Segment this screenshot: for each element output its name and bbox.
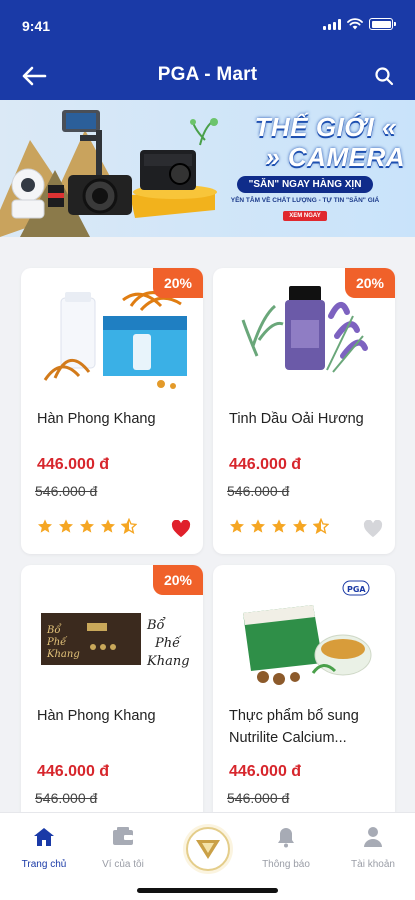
rating-stars [37, 518, 137, 534]
page-title: PGA - Mart [157, 64, 258, 85]
cellular-signal-icon [323, 18, 341, 30]
star-icon [80, 519, 94, 533]
search-icon [375, 67, 394, 86]
nav-bar: PGA - Mart [0, 50, 415, 100]
search-button[interactable] [369, 62, 399, 90]
home-icon [34, 828, 54, 846]
nav-label: Tài khoản [351, 859, 395, 870]
svg-text:Khang: Khang [146, 654, 190, 669]
star-icon [293, 519, 307, 533]
banner-headline-2: » CAMERA [265, 142, 405, 172]
product-price: 446.000 đ [229, 456, 302, 473]
banner-cta-button[interactable]: XEM NGAY [283, 211, 327, 221]
status-time: 9:41 [22, 18, 51, 34]
product-grid: 20% Hàn Phong Khang 446.000 đ 546.000 đ … [0, 237, 415, 812]
nav-item-notifications[interactable]: Thông báo [246, 825, 326, 870]
camera-products-illustration [0, 110, 218, 237]
product-name: Tinh Dầu Oải Hương [229, 411, 364, 427]
bell-icon [278, 828, 294, 848]
star-half-icon [121, 518, 137, 534]
svg-text:Bổ: Bổ [146, 617, 166, 633]
star-icon [251, 519, 265, 533]
rating-stars [229, 518, 329, 534]
nav-label: Trang chủ [21, 859, 67, 870]
star-icon [230, 519, 244, 533]
product-name: Hàn Phong Khang [37, 411, 156, 427]
svg-text:Bổ: Bổ [46, 624, 61, 636]
product-price: 446.000 đ [37, 456, 110, 473]
product-old-price: 546.000 đ [35, 790, 98, 806]
banner-badge: "SĂN" NGAY HÀNG XỊN [236, 176, 374, 193]
product-old-price: 546.000 đ [227, 483, 290, 499]
product-card[interactable]: 20% Tinh Dầu Oải Hương 446.000 đ 546.000… [213, 268, 395, 554]
status-bar: 9:41 [0, 0, 415, 40]
nav-label: Ví của tôi [102, 859, 144, 870]
banner-text: THẾ GIỚI « » CAMERA "SĂN" NGAY HÀNG XỊN … [205, 112, 405, 222]
brand-logo-icon [196, 840, 220, 859]
home-indicator [137, 888, 278, 893]
product-image: PGA [243, 580, 372, 685]
bottom-navigation: Trang chủ Ví của tôi Thông báo Tài khoản [0, 812, 415, 900]
product-card[interactable]: 20% Hàn Phong Khang 446.000 đ 546.000 đ [21, 268, 203, 554]
wifi-icon [347, 18, 363, 30]
nav-item-account[interactable]: Tài khoản [333, 825, 413, 870]
discount-badge: 20% [153, 565, 203, 595]
product-name: Hàn Phong Khang [37, 708, 156, 724]
svg-text:Phế: Phế [154, 635, 182, 651]
product-price: 446.000 đ [229, 763, 302, 780]
svg-text:PGA: PGA [347, 585, 366, 594]
discount-badge: 20% [153, 268, 203, 298]
user-icon [364, 827, 382, 847]
brand-logo-button[interactable] [186, 827, 230, 871]
star-icon [59, 519, 73, 533]
product-name: Thực phẩm bổ sung Nutrilite Calcium... [229, 708, 359, 746]
product-old-price: 546.000 đ [227, 790, 290, 806]
star-icon [101, 519, 115, 533]
heart-icon[interactable] [363, 520, 383, 538]
product-card[interactable]: Bổ Phế Khang Bổ Phế Khang 20% Hàn Phong … [21, 565, 203, 812]
heart-icon[interactable] [171, 520, 191, 538]
star-icon [272, 519, 286, 533]
star-half-icon [313, 518, 329, 534]
svg-text:Khang: Khang [46, 649, 80, 660]
product-card[interactable]: PGA Thực phẩm bổ sung Nutrilite Calcium.… [213, 565, 395, 812]
star-icon [38, 519, 52, 533]
product-old-price: 546.000 đ [35, 483, 98, 499]
nav-item-wallet[interactable]: Ví của tôi [83, 825, 163, 870]
wallet-icon [113, 827, 133, 845]
status-icons [323, 18, 396, 30]
battery-icon [369, 18, 396, 30]
banner-headline-1: THẾ GIỚI « [254, 112, 397, 142]
app-header: 9:41 PGA - Mart [0, 0, 415, 100]
banner-tagline: YÊN TÂM VỀ CHẤT LƯỢNG - TỰ TIN "SĂN" GIÁ [230, 197, 380, 204]
product-price: 446.000 đ [37, 763, 110, 780]
promo-banner[interactable]: THẾ GIỚI « » CAMERA "SĂN" NGAY HÀNG XỊN … [0, 100, 415, 237]
nav-item-home[interactable]: Trang chủ [4, 825, 84, 870]
svg-text:Phế: Phế [46, 637, 68, 648]
nav-label: Thông báo [262, 859, 310, 870]
discount-badge: 20% [345, 268, 395, 298]
